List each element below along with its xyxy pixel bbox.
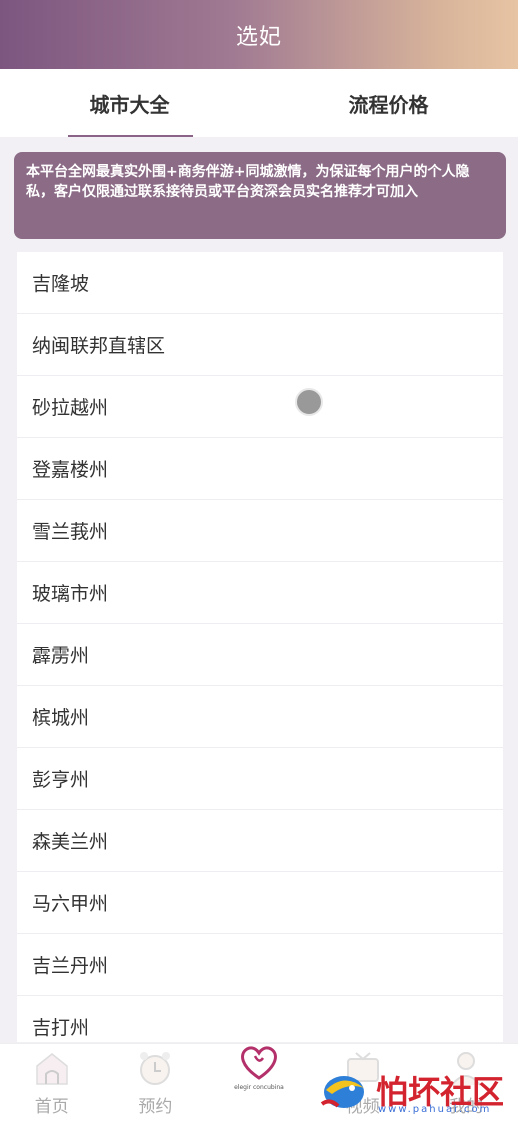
watermark: 怕坏社区 www.pahuai.com [318,1058,518,1121]
list-item[interactable]: 吉隆坡 [17,252,503,314]
fish-logo-icon [320,1075,364,1108]
tab-process-price-label: 流程价格 [348,92,429,117]
tabbar-item-booking[interactable]: 预约 [104,1044,208,1121]
list-item[interactable]: 纳闽联邦直辖区 [17,314,503,376]
city-name: 砂拉越州 [32,397,109,419]
city-name: 纳闽联邦直辖区 [32,335,166,357]
city-name: 槟城州 [32,707,90,729]
tab-process-price[interactable]: 流程价格 [259,69,518,137]
list-item[interactable]: 森美兰州 [17,810,503,872]
list-item[interactable]: 槟城州 [17,686,503,748]
city-name: 吉隆坡 [32,273,90,295]
city-name: 霹雳州 [32,645,90,667]
app-header: 选妃 [0,0,518,69]
tabbar-item-home[interactable]: 首页 [0,1044,104,1121]
city-name: 马六甲州 [32,893,109,915]
city-name: 吉兰丹州 [32,955,109,977]
tab-cities[interactable]: 城市大全 [0,69,259,137]
notice-banner: 本平台全网最真实外围+商务伴游+同城激情，为保证每个用户的个人隐私，客户仅限通过… [14,152,506,239]
city-name: 雪兰莪州 [32,521,109,543]
watermark-url: www.pahuai.com [378,1104,492,1115]
touch-cursor-indicator [295,388,323,416]
page-title: 选妃 [235,24,282,50]
city-name: 登嘉楼州 [32,459,109,481]
logo-text: elegir concubina [234,1084,284,1091]
tab-cities-label: 城市大全 [89,92,170,117]
list-item[interactable]: 登嘉楼州 [17,438,503,500]
tabbar-label: 预约 [138,1097,173,1117]
city-name: 吉打州 [32,1017,90,1039]
city-name: 森美兰州 [32,831,109,853]
list-item[interactable]: 吉打州 [17,996,503,1042]
list-item[interactable]: 吉兰丹州 [17,934,503,996]
list-item[interactable]: 玻璃市州 [17,562,503,624]
city-list[interactable]: 吉隆坡 纳闽联邦直辖区 砂拉越州 登嘉楼州 雪兰莪州 玻璃市州 霹雳州 槟城州 … [17,252,503,1042]
clock-icon [135,1048,175,1088]
city-name: 彭亨州 [32,769,90,791]
list-item[interactable]: 雪兰莪州 [17,500,503,562]
tabbar-item-logo[interactable]: elegir concubina [207,1044,311,1121]
tab-bar-top: 城市大全 流程价格 [0,69,518,137]
list-item[interactable]: 霹雳州 [17,624,503,686]
list-item[interactable]: 砂拉越州 [17,376,503,438]
notice-text: 本平台全网最真实外围+商务伴游+同城激情，为保证每个用户的个人隐私，客户仅限通过… [26,164,470,200]
city-name: 玻璃市州 [32,583,109,605]
tabbar-label: 首页 [34,1097,69,1117]
logo-heart-icon [237,1044,281,1084]
home-icon [32,1048,72,1088]
list-item[interactable]: 马六甲州 [17,872,503,934]
list-item[interactable]: 彭亨州 [17,748,503,810]
